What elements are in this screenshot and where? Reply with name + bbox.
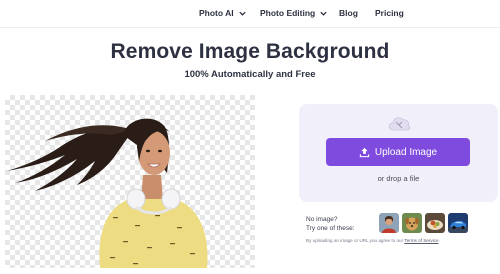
upload-card[interactable]: Upload Image or drop a file xyxy=(299,104,498,202)
upload-image-button[interactable]: Upload Image xyxy=(326,138,470,166)
woman-cutout-illustration xyxy=(7,118,208,268)
cloud-upload-icon xyxy=(388,117,411,131)
nav-pricing[interactable]: Pricing xyxy=(375,8,404,18)
page-subtitle: 100% Automatically and Free xyxy=(184,69,316,80)
nav-blog-label: Blog xyxy=(339,8,358,18)
terms-suffix: . xyxy=(438,238,440,243)
terms-of-service-link[interactable]: Terms of Service xyxy=(404,238,438,243)
nav-photo-ai-label: Photo AI xyxy=(199,8,234,18)
chevron-down-icon xyxy=(238,11,246,16)
hair-strands xyxy=(7,128,133,191)
page-title: Remove Image Background xyxy=(110,40,390,63)
no-image-prompt: No image? Try one of these: xyxy=(306,215,355,233)
sample-thumbnail-person[interactable] xyxy=(379,213,399,233)
terms-notice: By uploading an image or URL you agree t… xyxy=(306,238,440,243)
right-eye xyxy=(158,149,162,153)
upload-image-button-label: Upload Image xyxy=(374,146,438,158)
headphone-left xyxy=(126,188,146,210)
sample-thumbnails xyxy=(379,213,468,233)
food-thumbnail-image xyxy=(425,213,445,233)
drop-file-text: or drop a file xyxy=(377,174,420,183)
car-thumbnail-image xyxy=(448,213,468,233)
top-navigation: Photo AI Photo Editing Blog Pricing xyxy=(0,0,500,28)
left-eye xyxy=(146,149,150,153)
chevron-down-icon xyxy=(320,11,327,16)
sample-thumbnail-car[interactable] xyxy=(448,213,468,233)
sample-thumbnail-dog[interactable] xyxy=(402,213,422,233)
nav-photo-editing[interactable]: Photo Editing xyxy=(260,8,328,18)
yellow-shirt xyxy=(99,199,208,268)
demo-cutout-image xyxy=(5,95,255,268)
nav-photo-editing-label: Photo Editing xyxy=(260,8,316,18)
sample-thumbnail-food[interactable] xyxy=(425,213,445,233)
nav-photo-ai[interactable]: Photo AI xyxy=(199,8,247,18)
terms-prefix: By uploading an image or URL you agree t… xyxy=(306,238,404,243)
try-these-line: Try one of these: xyxy=(306,225,355,232)
upload-icon xyxy=(359,147,370,157)
dog-thumbnail-image xyxy=(402,213,422,233)
nav-blog[interactable]: Blog xyxy=(339,8,358,18)
no-image-line: No image? xyxy=(306,216,338,223)
person-thumbnail-image xyxy=(379,213,399,233)
nav-pricing-label: Pricing xyxy=(375,8,404,18)
headphone-right xyxy=(161,188,181,210)
